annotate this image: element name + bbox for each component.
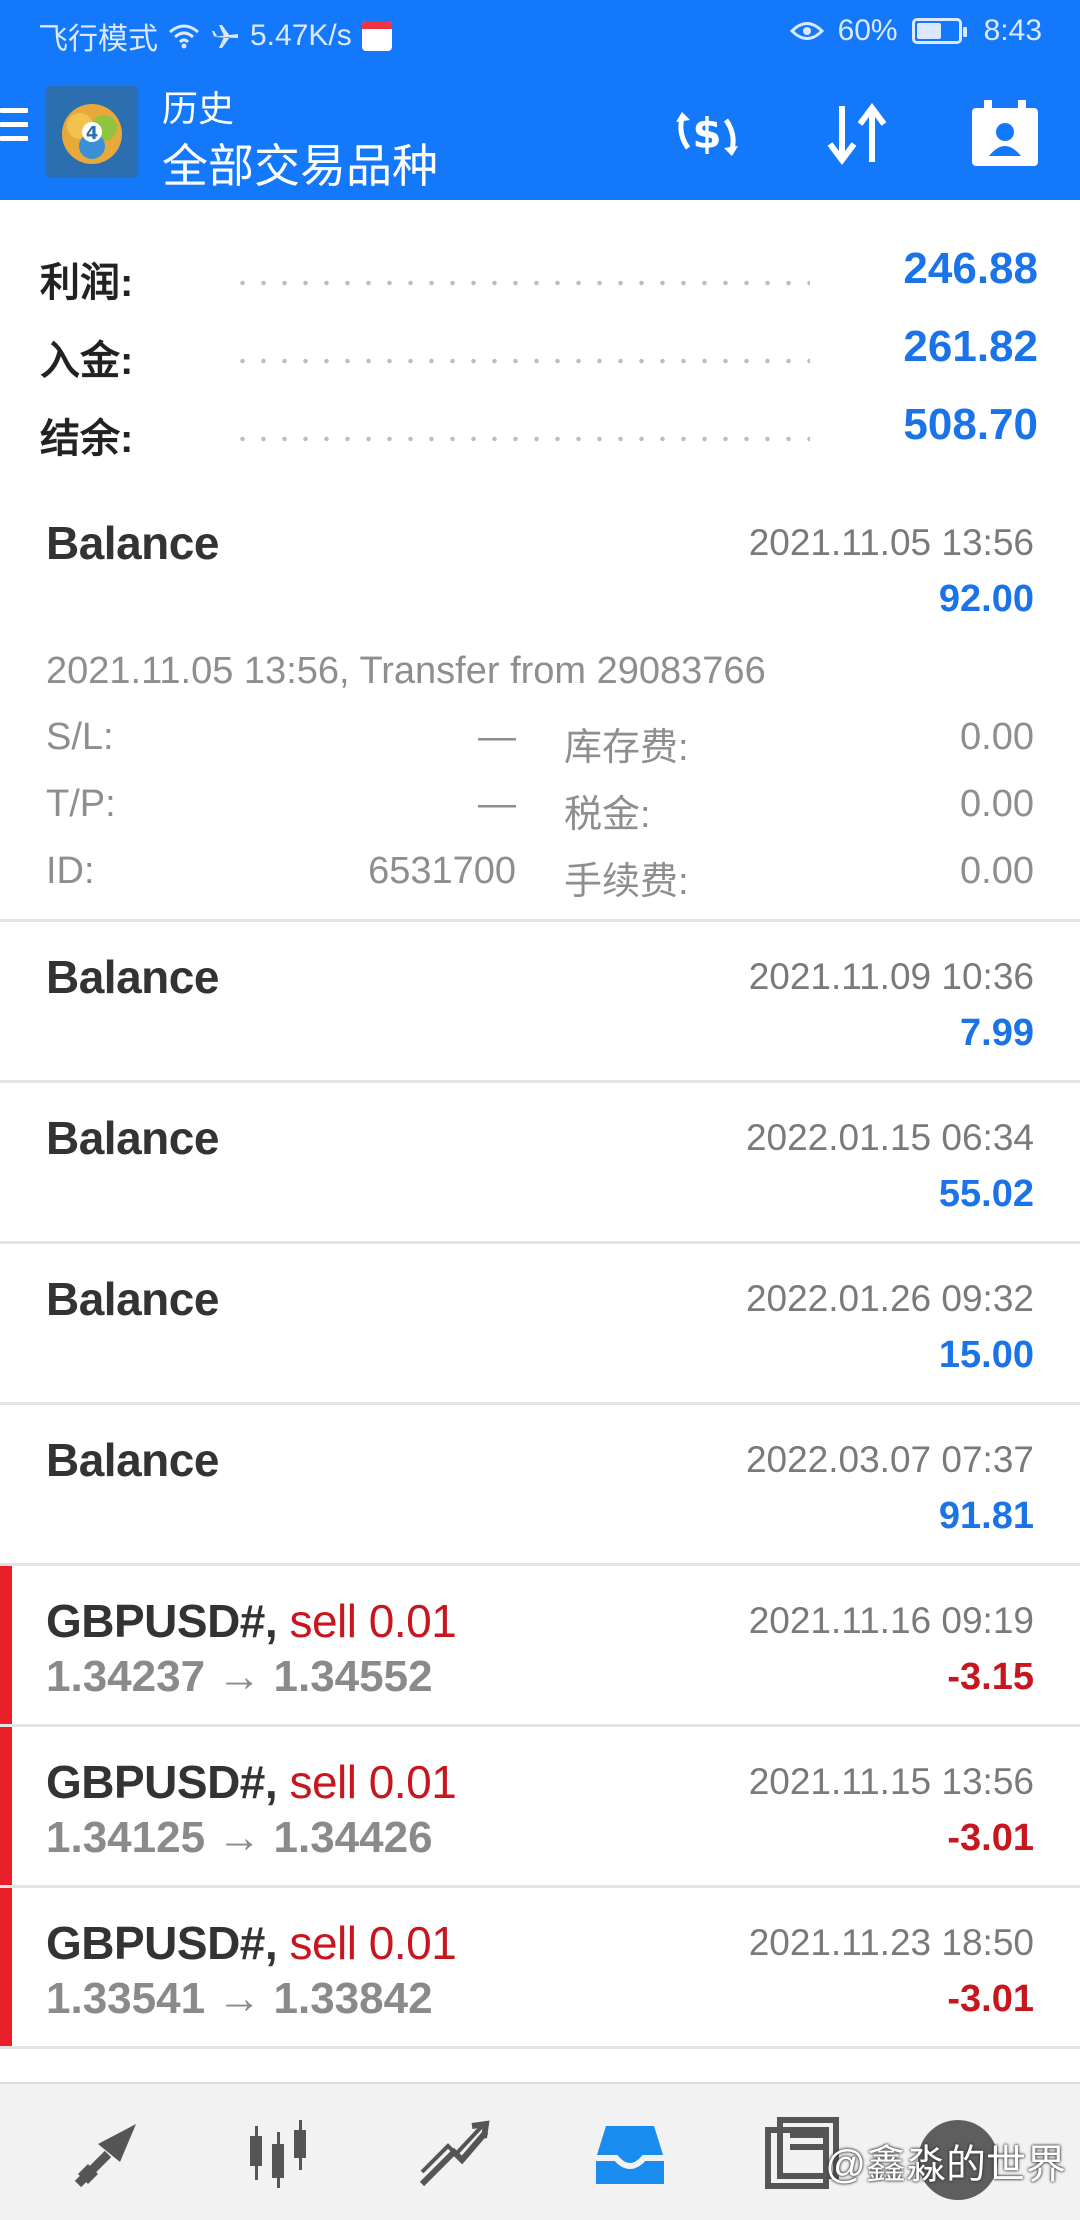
item-title: Balance xyxy=(46,1273,219,1325)
fee-value: 0.00 xyxy=(960,850,1034,892)
calendar-app-icon xyxy=(361,21,392,51)
symbol-filter-title[interactable]: 全部交易品种 xyxy=(162,130,438,196)
summary-label: 入金: xyxy=(40,339,134,383)
status-bar: 飞行模式 5.47K/s 60% 8:43 xyxy=(0,0,1080,64)
trade-prices: 1.34125 → 1.34426 xyxy=(46,1813,433,1862)
net-speed: 5.47K/s xyxy=(250,19,352,52)
swap-label: 库存费: xyxy=(564,727,689,769)
item-time: 2021.11.15 13:56 xyxy=(748,1761,1034,1802)
item-time: 2021.11.05 13:56 xyxy=(748,522,1034,563)
item-title: Balance xyxy=(46,1434,219,1486)
summary-value: 246.88 xyxy=(903,244,1038,293)
svg-text:$: $ xyxy=(692,109,721,158)
summary-row-deposit: 入金: 261.82 xyxy=(40,318,1038,383)
item-time: 2022.01.26 09:32 xyxy=(745,1278,1034,1319)
summary-row-profit: 利润: 246.88 xyxy=(40,240,1038,305)
item-title: GBPUSD#, sell 0.01 xyxy=(46,1916,457,1970)
trade-side: sell 0.01 xyxy=(289,1595,457,1647)
history-list: Balance 2021.11.05 13:56 92.00 2021.11.0… xyxy=(0,488,1080,2049)
wifi-icon xyxy=(169,24,199,49)
menu-icon[interactable] xyxy=(0,108,30,152)
trade-profit: -3.15 xyxy=(947,1656,1034,1698)
dotted-leader xyxy=(232,436,810,442)
item-title: Balance xyxy=(46,1112,219,1164)
history-item-trade[interactable]: GBPUSD#, sell 0.01 1.33541 → 1.33842 202… xyxy=(0,1888,1080,2049)
airplane-icon xyxy=(212,25,238,48)
tax-value: 0.00 xyxy=(960,783,1034,825)
trade-icon[interactable] xyxy=(414,2114,494,2194)
history-item-balance[interactable]: Balance 2022.01.15 06:34 55.02 xyxy=(0,1083,1080,1244)
app-bar: 4 历史 全部交易品种 $ xyxy=(0,64,1080,200)
eye-icon xyxy=(789,22,824,40)
battery-icon xyxy=(911,18,967,44)
tax-label: 税金: xyxy=(564,794,651,836)
account-summary: 利润: 246.88 入金: 261.82 结余: 508.70 xyxy=(0,200,1080,491)
trade-side: sell 0.01 xyxy=(289,1917,457,1969)
watermark: @鑫淼的世界 xyxy=(825,2143,1066,2187)
detail-row: T/P: — 税金: 0.00 xyxy=(46,783,1034,836)
quotes-icon[interactable] xyxy=(68,2114,148,2194)
history-item-balance[interactable]: Balance 2021.11.09 10:36 7.99 xyxy=(0,922,1080,1083)
trade-symbol: GBPUSD#, xyxy=(46,1917,278,1969)
item-amount: 55.02 xyxy=(938,1173,1034,1215)
trade-side: sell 0.01 xyxy=(289,1756,457,1808)
chart-candles-icon[interactable] xyxy=(238,2114,318,2194)
history-item-trade[interactable]: GBPUSD#, sell 0.01 1.34125 → 1.34426 202… xyxy=(0,1727,1080,1888)
trade-prices: 1.34237 → 1.34552 xyxy=(46,1652,433,1701)
summary-label: 结余: xyxy=(40,417,134,461)
item-title: GBPUSD#, sell 0.01 xyxy=(46,1755,457,1809)
sell-indicator-bar xyxy=(0,1727,12,1885)
sl-value: — xyxy=(478,716,516,758)
summary-value: 508.70 xyxy=(903,400,1038,449)
currency-exchange-icon[interactable]: $ xyxy=(668,98,746,170)
summary-label: 利润: xyxy=(40,261,134,305)
sell-indicator-bar xyxy=(0,1566,12,1724)
item-amount: 92.00 xyxy=(938,578,1034,620)
history-item-trade[interactable]: GBPUSD#, sell 0.01 1.34237 → 1.34552 202… xyxy=(0,1566,1080,1727)
item-title: Balance xyxy=(46,951,219,1003)
clock: 8:43 xyxy=(983,14,1042,47)
dotted-leader xyxy=(232,358,810,364)
id-value: 6531700 xyxy=(368,850,516,892)
item-title: GBPUSD#, sell 0.01 xyxy=(46,1594,457,1648)
item-comment: 2021.11.05 13:56, Transfer from 29083766 xyxy=(46,650,766,692)
sell-indicator-bar xyxy=(0,1888,12,2046)
detail-row: S/L: — 库存费: 0.00 xyxy=(46,716,1034,769)
history-item-balance[interactable]: Balance 2022.03.07 07:37 91.81 xyxy=(0,1405,1080,1566)
item-time: 2022.03.07 07:37 xyxy=(745,1439,1034,1480)
calendar-person-icon[interactable] xyxy=(966,98,1044,170)
trade-profit: -3.01 xyxy=(947,1817,1034,1859)
summary-row-balance: 结余: 508.70 xyxy=(40,396,1038,461)
screen-subtitle: 历史 xyxy=(162,88,235,129)
item-time: 2021.11.23 18:50 xyxy=(748,1922,1034,1963)
airplane-mode-label: 飞行模式 xyxy=(38,23,158,56)
fee-label: 手续费: xyxy=(564,861,689,903)
detail-row: ID: 6531700 手续费: 0.00 xyxy=(46,850,1034,903)
trade-prices: 1.33541 → 1.33842 xyxy=(46,1974,433,2023)
trade-symbol: GBPUSD#, xyxy=(46,1595,278,1647)
trade-profit: -3.01 xyxy=(947,1978,1034,2020)
item-title: Balance xyxy=(46,517,219,569)
svg-text:4: 4 xyxy=(86,123,99,144)
history-item-balance[interactable]: Balance 2022.01.26 09:32 15.00 xyxy=(0,1244,1080,1405)
item-time: 2021.11.09 10:36 xyxy=(748,956,1034,997)
metatrader-logo: 4 xyxy=(46,86,138,178)
item-time: 2022.01.15 06:34 xyxy=(745,1117,1034,1158)
history-icon[interactable] xyxy=(590,2114,670,2194)
mt4-history-screen: 飞行模式 5.47K/s 60% 8:43 4 历史 全部交易品种 $ 利润: … xyxy=(0,0,1080,2220)
item-amount: 15.00 xyxy=(938,1334,1034,1376)
tp-value: — xyxy=(478,783,516,825)
sort-icon[interactable] xyxy=(818,98,896,170)
summary-value: 261.82 xyxy=(903,322,1038,371)
battery-percent: 60% xyxy=(837,14,898,47)
trade-symbol: GBPUSD#, xyxy=(46,1756,278,1808)
history-item-expanded[interactable]: Balance 2021.11.05 13:56 92.00 2021.11.0… xyxy=(0,488,1080,922)
dotted-leader xyxy=(232,280,810,286)
bottom-navigation: @鑫淼的世界 xyxy=(0,2082,1080,2220)
item-amount: 7.99 xyxy=(960,1012,1034,1054)
item-amount: 91.81 xyxy=(938,1495,1034,1537)
swap-value: 0.00 xyxy=(960,716,1034,758)
item-time: 2021.11.16 09:19 xyxy=(748,1600,1034,1641)
